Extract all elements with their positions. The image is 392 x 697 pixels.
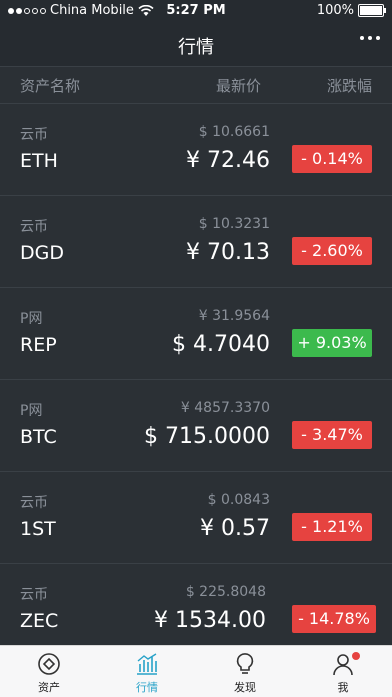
battery-percent: 100% [316,3,354,18]
tab-bar: 资产 行情 发现 我 [0,645,392,697]
change-badge[interactable]: - 3.47% [292,421,372,449]
market-name: P网 [20,311,43,327]
tab-discover[interactable]: 发现 [196,646,294,697]
market-row[interactable]: P网 BTC ¥ 4857.3370 $ 715.0000 - 3.47% [0,380,392,472]
battery-icon [358,4,386,17]
secondary-price: $ 10.6661 [198,124,270,140]
coin-symbol: ZEC [20,610,59,632]
market-list: 云币 ETH $ 10.6661 ¥ 72.46 - 0.14% 云币 DGD … [0,104,392,655]
column-price[interactable]: 最新价 [216,75,261,96]
more-options-icon[interactable] [360,36,380,40]
tab-profile[interactable]: 我 [294,646,392,697]
change-badge[interactable]: - 2.60% [292,237,372,265]
change-badge[interactable]: - 1.21% [292,513,372,541]
tab-label: 行情 [136,681,158,694]
market-name: 云币 [20,219,48,235]
secondary-price: $ 0.0843 [207,492,270,508]
change-badge[interactable]: + 9.03% [292,329,372,357]
nav-bar: 行情 [0,22,392,67]
coin-symbol: REP [20,334,57,356]
latest-price: ¥ 0.57 [200,516,270,541]
latest-price: ¥ 70.13 [186,240,270,265]
market-row[interactable]: P网 REP ¥ 31.9564 $ 4.7040 + 9.03% [0,288,392,380]
tab-label: 资产 [38,681,60,694]
market-row[interactable]: 云币 ZEC $ 225.8048 ¥ 1534.00 - 14.78% [0,564,392,655]
notification-dot [352,652,360,660]
coin-symbol: DGD [20,242,64,264]
market-row[interactable]: 云币 1ST $ 0.0843 ¥ 0.57 - 1.21% [0,472,392,564]
assets-icon [38,653,60,675]
change-badge[interactable]: - 0.14% [292,145,372,173]
column-change[interactable]: 涨跌幅 [327,75,372,96]
secondary-price: $ 225.8048 [185,584,266,600]
page-title: 行情 [178,37,214,58]
latest-price: $ 715.0000 [144,424,270,449]
market-name: 云币 [20,127,48,143]
tab-label: 发现 [234,681,256,694]
market-name: 云币 [20,495,48,511]
secondary-price: ¥ 4857.3370 [180,400,270,416]
status-bar: China Mobile 5:27 PM 100% [0,0,392,22]
tab-label: 我 [337,681,349,694]
market-chart-icon [137,653,157,675]
latest-price: ¥ 72.46 [186,148,270,173]
battery-area: 100% [316,3,386,18]
column-header: 资产名称 最新价 涨跌幅 [0,67,392,104]
market-name: 云币 [20,587,48,603]
tab-market[interactable]: 行情 [98,646,196,697]
tab-assets[interactable]: 资产 [0,646,98,697]
coin-symbol: 1ST [20,518,56,540]
coin-symbol: BTC [20,426,57,448]
change-badge[interactable]: - 14.78% [292,605,376,633]
coin-symbol: ETH [20,150,58,172]
latest-price: ¥ 1534.00 [154,608,266,633]
column-asset: 资产名称 [20,77,81,95]
market-row[interactable]: 云币 DGD $ 10.3231 ¥ 70.13 - 2.60% [0,196,392,288]
secondary-price: ¥ 31.9564 [198,308,270,324]
latest-price: $ 4.7040 [172,332,270,357]
market-row[interactable]: 云币 ETH $ 10.6661 ¥ 72.46 - 0.14% [0,104,392,196]
market-name: P网 [20,403,43,419]
secondary-price: $ 10.3231 [198,216,270,232]
lightbulb-icon [236,653,254,674]
